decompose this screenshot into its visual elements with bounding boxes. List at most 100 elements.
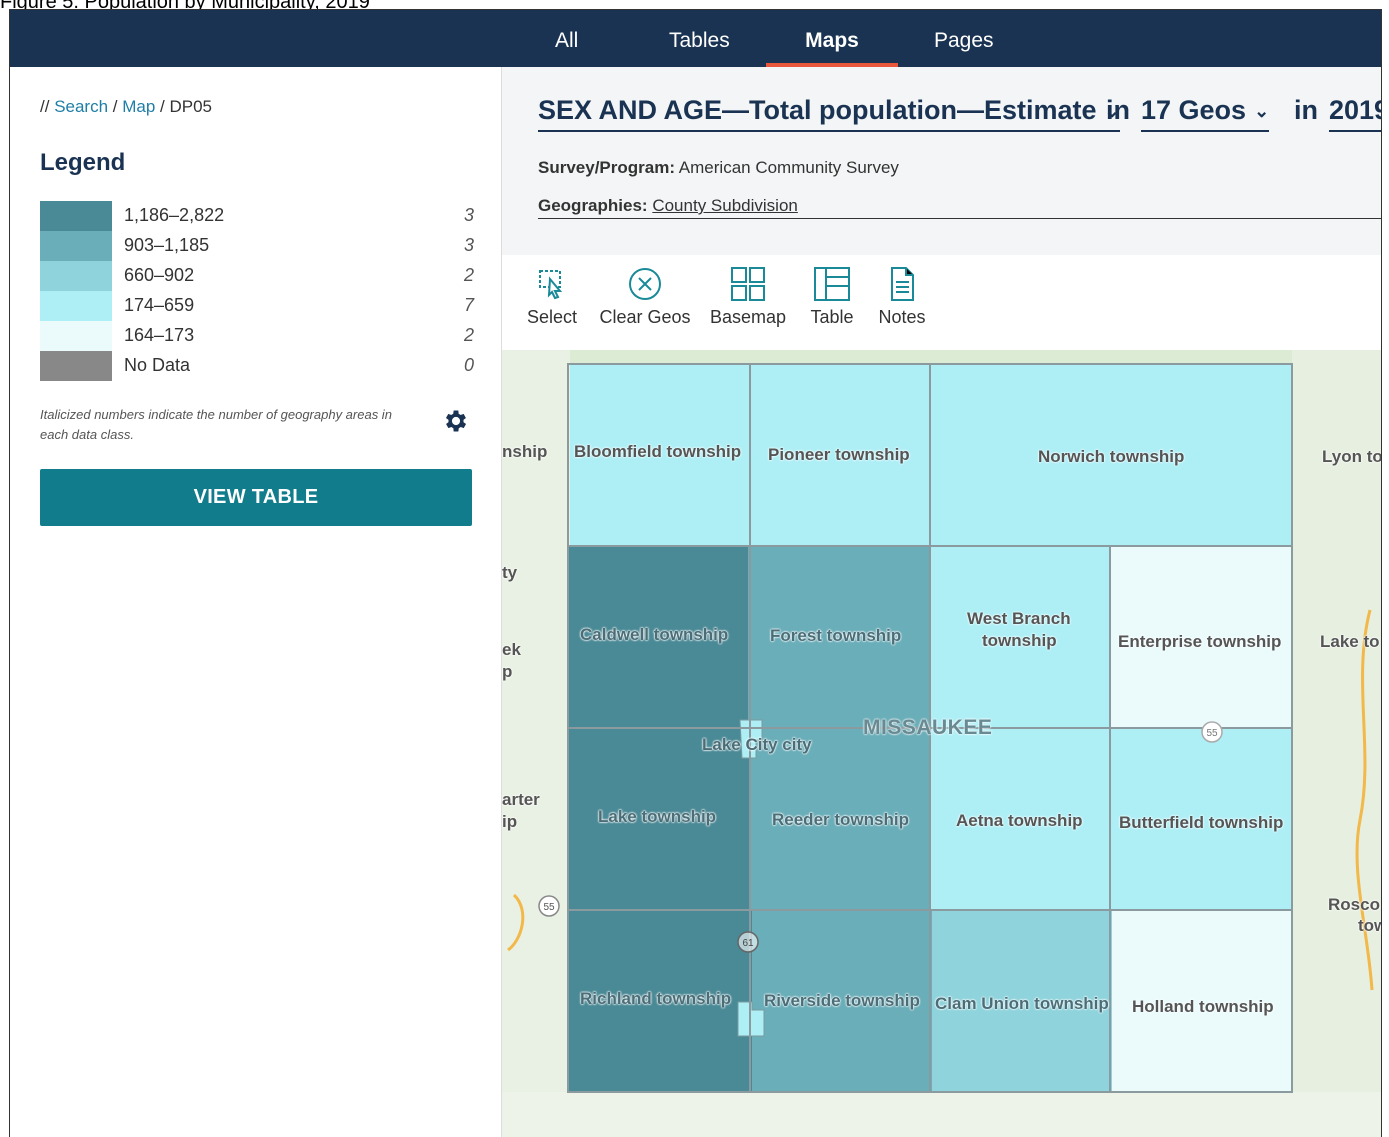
legend-count: 2 — [463, 325, 474, 345]
basemap-tool-label: Basemap — [709, 307, 787, 327]
select-tool[interactable]: Select — [524, 267, 580, 328]
road-marker-label: 55 — [543, 902, 555, 913]
map-canvas: 55 55 61 — [502, 350, 1381, 1137]
legend-range: 903–1,185 — [124, 235, 210, 255]
divider — [538, 218, 1381, 219]
legend-swatch — [40, 321, 112, 351]
legend-row: No Data 0 — [40, 351, 474, 381]
survey-value: American Community Survey — [678, 158, 899, 177]
geographies-value[interactable]: County Subdivision — [652, 196, 798, 215]
legend-range: No Data — [124, 355, 191, 375]
road-marker: 61 — [737, 931, 759, 953]
legend-row: 164–173 2 — [40, 321, 474, 351]
table-icon — [814, 267, 850, 301]
legend-row: 903–1,185 3 — [40, 231, 474, 261]
year-selector[interactable]: 2019 — [1329, 95, 1381, 132]
tab-pages[interactable]: Pages — [934, 10, 994, 67]
choropleth-map[interactable]: 55 55 61 Bloomfield township Pioneer tow… — [502, 350, 1382, 1137]
geographies-label: Geographies: — [538, 196, 648, 215]
table-tool[interactable]: Table — [806, 267, 858, 328]
breadcrumb: // Search / Map / DP05 — [40, 97, 213, 116]
township-label: West Branch — [967, 609, 1071, 628]
legend-swatch — [40, 201, 112, 231]
clear-geos-tool[interactable]: Clear Geos — [598, 267, 692, 328]
map-toolbar: Select Clear Geos Basemap Table Notes — [502, 255, 1381, 350]
legend-row: 174–659 7 — [40, 291, 474, 321]
variable-selector-label: SEX AND AGE—Total population—Estimate — [538, 95, 1097, 125]
township-label: Forest township — [770, 626, 902, 645]
view-table-button[interactable]: VIEW TABLE — [40, 469, 472, 526]
tab-tables[interactable]: Tables — [669, 10, 730, 67]
variable-selector[interactable]: SEX AND AGE—Total population—Estimate ⌄ — [538, 95, 1120, 132]
city-label: Lake City city — [702, 735, 812, 754]
township-label: Clam Union township — [935, 994, 1109, 1013]
edge-label: Lake to — [1320, 632, 1380, 651]
legend-title: Legend — [40, 149, 126, 176]
edge-label: ek — [502, 640, 521, 659]
road-marker: 55 — [538, 895, 560, 917]
year-selector-label: 2019 — [1329, 95, 1381, 125]
breadcrumb-current: DP05 — [169, 97, 213, 116]
legend-row: 1,186–2,822 3 — [40, 201, 474, 231]
document-icon — [891, 267, 914, 301]
road-marker-label: 61 — [742, 938, 754, 949]
township-label: Riverside township — [764, 991, 920, 1010]
in-label: in — [1106, 95, 1130, 125]
notes-tool[interactable]: Notes — [874, 267, 930, 328]
geographies: Geographies: County Subdivision — [538, 196, 798, 216]
legend-swatch — [40, 231, 112, 261]
township-label: Lake township — [598, 807, 717, 826]
in-label: in — [1294, 95, 1318, 125]
edge-label: Rosco — [1328, 895, 1380, 914]
legend-row: 660–902 2 — [40, 261, 474, 291]
township-label: Richland township — [580, 989, 732, 1008]
legend-range: 164–173 — [124, 325, 195, 345]
select-tool-label: Select — [526, 307, 578, 327]
tab-all[interactable]: All — [555, 10, 578, 67]
township-label: township — [982, 631, 1057, 650]
township-label: Caldwell township — [580, 625, 729, 644]
table-tool-label: Table — [810, 307, 854, 327]
geos-selector-label: 17 Geos — [1141, 95, 1247, 125]
top-nav: All Tables Maps Pages — [10, 10, 1381, 67]
edge-label: ty — [502, 563, 518, 582]
breadcrumb-search-link[interactable]: Search — [54, 97, 108, 116]
grid-icon — [731, 267, 765, 301]
left-panel: // Search / Map / DP05 Legend 1,186–2,82… — [10, 67, 501, 1137]
township-label: Pioneer township — [768, 445, 910, 464]
legend-range: 660–902 — [124, 265, 195, 285]
right-panel: SEX AND AGE—Total population—Estimate ⌄ i… — [501, 67, 1382, 1137]
township-label: Butterfield township — [1119, 813, 1284, 832]
basemap-tool[interactable]: Basemap — [708, 267, 788, 328]
township-label: Reeder township — [772, 810, 909, 829]
edge-label: nship — [502, 442, 548, 461]
edge-label: ip — [502, 812, 518, 831]
edge-label: town — [1358, 916, 1381, 935]
survey-label: Survey/Program: — [538, 158, 675, 177]
select-pointer-icon — [539, 270, 563, 300]
app-frame: All Tables Maps Pages // Search / Map / … — [9, 9, 1382, 1137]
road-marker: 55 — [1201, 721, 1223, 743]
legend-count: 2 — [463, 265, 474, 285]
legend-swatch — [40, 261, 112, 291]
chevron-down-icon: ⌄ — [1254, 101, 1270, 122]
breadcrumb-map-link[interactable]: Map — [122, 97, 155, 116]
geos-selector[interactable]: 17 Geos ⌄ — [1141, 95, 1270, 132]
notes-tool-label: Notes — [878, 307, 926, 327]
legend-note: Italicized numbers indicate the number o… — [40, 407, 392, 442]
legend-range: 1,186–2,822 — [124, 205, 225, 225]
legend-swatch — [40, 351, 112, 381]
road-marker-label: 55 — [1206, 728, 1218, 739]
breadcrumb-prefix: // — [40, 97, 50, 116]
tab-maps[interactable]: Maps — [766, 10, 898, 67]
township-label: Norwich township — [1038, 447, 1185, 466]
survey-program: Survey/Program: American Community Surve… — [538, 158, 899, 178]
clear-geos-tool-label: Clear Geos — [599, 307, 691, 327]
county-label: MISSAUKEE — [863, 716, 993, 739]
edge-label: Lyon to — [1322, 447, 1382, 466]
legend-swatch — [40, 291, 112, 321]
gear-icon[interactable] — [442, 407, 470, 435]
selector-row: SEX AND AGE—Total population—Estimate ⌄ i… — [538, 95, 1381, 135]
close-circle-icon — [629, 268, 661, 300]
edge-label: p — [502, 662, 513, 681]
